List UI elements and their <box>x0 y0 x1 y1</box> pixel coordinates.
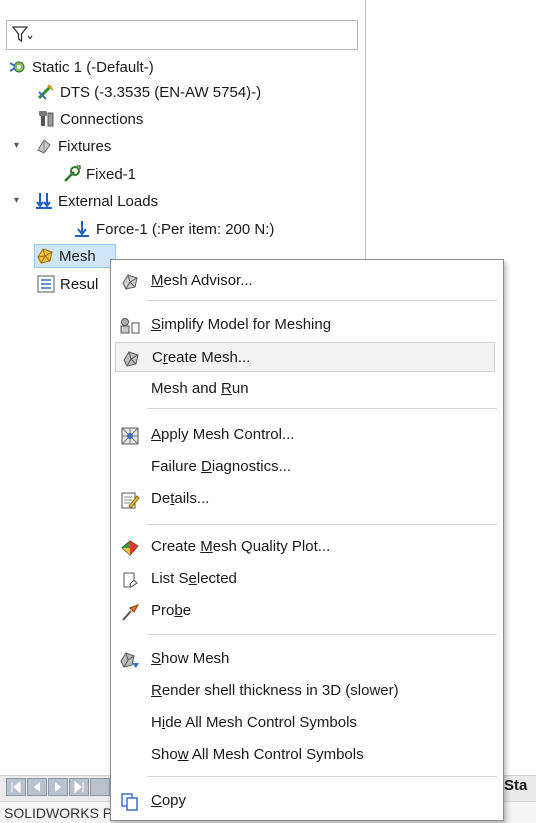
tree-node-label: Fixed-1 <box>86 165 137 183</box>
menu-item-simplify-model[interactable]: Simplify Model for Meshing <box>115 310 495 340</box>
first-arrow-icon <box>11 780 21 794</box>
menu-separator <box>147 634 497 635</box>
tree-node-fixtures[interactable]: ▾ Fixtures <box>14 134 111 158</box>
menu-item-show-all-mesh-control-symbols[interactable]: Show All Mesh Control Symbols <box>115 740 495 770</box>
list-selected-icon <box>119 569 141 591</box>
menu-item-hide-all-mesh-control-symbols[interactable]: Hide All Mesh Control Symbols <box>115 708 495 738</box>
menu-item-failure-diagnostics[interactable]: Failure Diagnostics... <box>115 452 495 482</box>
probe-icon <box>119 601 141 623</box>
first-tab-button[interactable] <box>6 778 26 796</box>
external-loads-icon <box>34 191 54 211</box>
part-material-icon <box>36 82 56 102</box>
menu-item-probe[interactable]: Probe <box>115 596 495 626</box>
menu-item-create-mesh[interactable]: Create Mesh... <box>115 342 495 372</box>
menu-item-show-mesh[interactable]: Show Mesh <box>115 644 495 674</box>
menu-separator <box>147 300 497 301</box>
previous-tab-button[interactable] <box>27 778 47 796</box>
mesh-advisor-icon <box>119 271 141 293</box>
next-arrow-icon <box>55 782 61 792</box>
create-mesh-icon <box>120 348 142 370</box>
tab-scroll-button[interactable] <box>90 778 110 796</box>
menu-item-render-shell-thickness[interactable]: Render shell thickness in 3D (slower) <box>115 676 495 706</box>
tree-node-mesh[interactable]: Mesh <box>34 244 116 268</box>
tree-node-label: Resul <box>60 275 99 293</box>
menu-item-copy[interactable]: Copy <box>115 786 495 816</box>
tree-node-fixed-1[interactable]: Fixed-1 <box>62 162 136 186</box>
tree-node-label: Force-1 (:Per item: 200 N:) <box>96 220 275 238</box>
tree-filter[interactable] <box>6 20 358 50</box>
tree-node-label: Static 1 (-Default-) <box>32 58 154 76</box>
tree-node-connections[interactable]: Connections <box>36 107 143 131</box>
tree-node-label: Connections <box>60 110 144 128</box>
results-icon <box>36 274 56 294</box>
menu-item-apply-mesh-control[interactable]: Apply Mesh Control... <box>115 420 495 450</box>
force-arrow-icon <box>72 219 92 239</box>
previous-arrow-icon <box>34 782 40 792</box>
collapse-chevron-icon[interactable]: ▾ <box>14 195 19 206</box>
menu-item-details[interactable]: Details... <box>115 484 495 514</box>
details-icon <box>119 489 141 511</box>
fixtures-icon <box>34 136 54 156</box>
last-tab-button[interactable] <box>69 778 89 796</box>
tree-node-static-study[interactable]: Static 1 (-Default-) <box>8 55 154 79</box>
study-tab-label[interactable]: Sta <box>504 777 527 794</box>
tree-node-label: External Loads <box>58 192 159 210</box>
tree-node-label: DTS (-3.3535 (EN-AW 5754)-) <box>60 83 262 101</box>
mesh-icon <box>35 246 55 266</box>
connections-icon <box>36 109 56 129</box>
tree-node-label: Fixtures <box>58 137 112 155</box>
fixed-geometry-icon <box>62 164 82 184</box>
menu-separator <box>147 524 497 525</box>
copy-icon <box>119 791 141 813</box>
mesh-context-menu: Mesh Advisor... Simplify Model for Meshi… <box>110 259 504 821</box>
mesh-control-icon <box>119 425 141 447</box>
next-tab-button[interactable] <box>48 778 68 796</box>
simplify-model-icon <box>119 315 141 337</box>
show-mesh-icon <box>119 649 141 671</box>
tree-node-results[interactable]: Resul <box>36 272 98 296</box>
menu-item-mesh-and-run[interactable]: Mesh and Run <box>115 374 495 404</box>
last-arrow-icon <box>74 780 84 794</box>
menu-item-mesh-advisor[interactable]: Mesh Advisor... <box>115 266 495 296</box>
tree-node-part-dts[interactable]: DTS (-3.3535 (EN-AW 5754)-) <box>36 80 261 104</box>
study-static-icon <box>8 57 28 77</box>
menu-separator <box>147 408 497 409</box>
tree-node-label: Mesh <box>59 247 96 265</box>
menu-item-list-selected[interactable]: List Selected <box>115 564 495 594</box>
menu-separator <box>147 776 497 777</box>
tree-node-force-1[interactable]: Force-1 (:Per item: 200 N:) <box>72 217 274 241</box>
mesh-quality-plot-icon <box>119 537 141 559</box>
filter-funnel-icon[interactable] <box>11 25 33 45</box>
tree-node-external-loads[interactable]: ▾ External Loads <box>14 189 158 213</box>
menu-item-create-mesh-quality-plot[interactable]: Create Mesh Quality Plot... <box>115 532 495 562</box>
collapse-chevron-icon[interactable]: ▾ <box>14 140 19 151</box>
